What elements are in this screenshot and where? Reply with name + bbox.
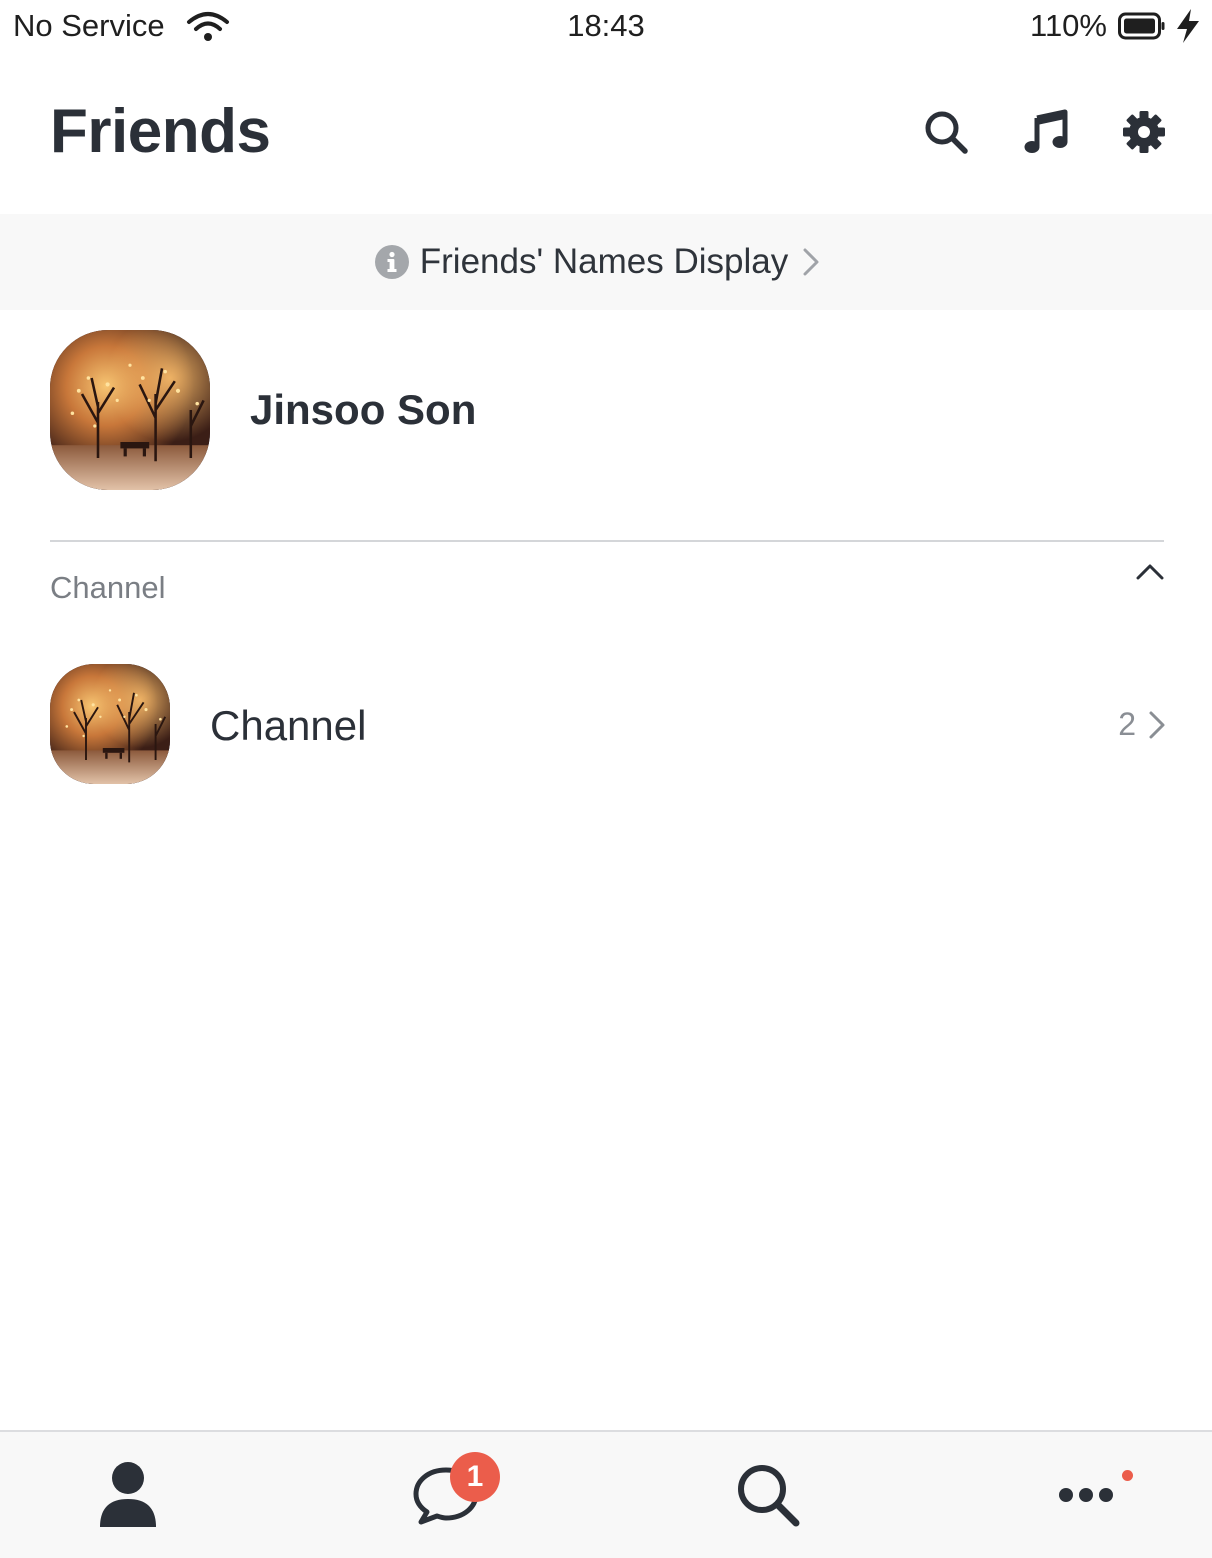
tab-chats[interactable]: 1	[366, 1432, 526, 1558]
channel-count: 2	[1118, 706, 1136, 742]
friends-names-display-banner[interactable]: Friends' Names Display	[0, 214, 1212, 310]
divider	[50, 540, 1164, 542]
battery-percentage: 110%	[1030, 8, 1107, 43]
channel-section-header[interactable]: Channel	[0, 548, 1212, 628]
banner-label: Friends' Names Display	[419, 242, 789, 281]
profile-name: Jinsoo Son	[250, 386, 477, 433]
search-icon	[925, 111, 968, 154]
chevron-right-icon	[803, 248, 819, 276]
gear-icon	[1123, 111, 1165, 153]
info-icon	[374, 245, 409, 279]
music-button[interactable]	[1020, 106, 1072, 158]
tab-more[interactable]	[1006, 1432, 1166, 1558]
tab-search[interactable]	[688, 1432, 848, 1558]
status-bar: No Service 18:43 110%	[0, 0, 1212, 56]
page-title: Friends	[50, 97, 271, 166]
notification-dot	[1122, 1470, 1133, 1481]
channel-avatar	[50, 664, 170, 784]
battery-icon	[1118, 12, 1165, 40]
channel-name: Channel	[210, 702, 367, 749]
chevron-right-icon	[1149, 711, 1165, 739]
more-icon	[1059, 1488, 1113, 1502]
my-profile-row[interactable]: Jinsoo Son	[0, 310, 1212, 510]
search-button[interactable]	[920, 106, 972, 158]
settings-button[interactable]	[1118, 106, 1170, 158]
chevron-up-icon[interactable]	[1134, 560, 1166, 582]
list-item[interactable]: Channel 2	[0, 650, 1212, 800]
music-note-icon	[1024, 109, 1068, 153]
section-title: Channel	[50, 570, 166, 605]
tab-bar: 1	[0, 1430, 1212, 1558]
person-icon	[100, 1462, 156, 1527]
search-icon	[738, 1465, 800, 1527]
avatar[interactable]	[50, 330, 210, 490]
unread-badge: 1	[450, 1452, 500, 1502]
tab-friends[interactable]	[48, 1432, 208, 1558]
charging-bolt-icon	[1177, 9, 1199, 43]
